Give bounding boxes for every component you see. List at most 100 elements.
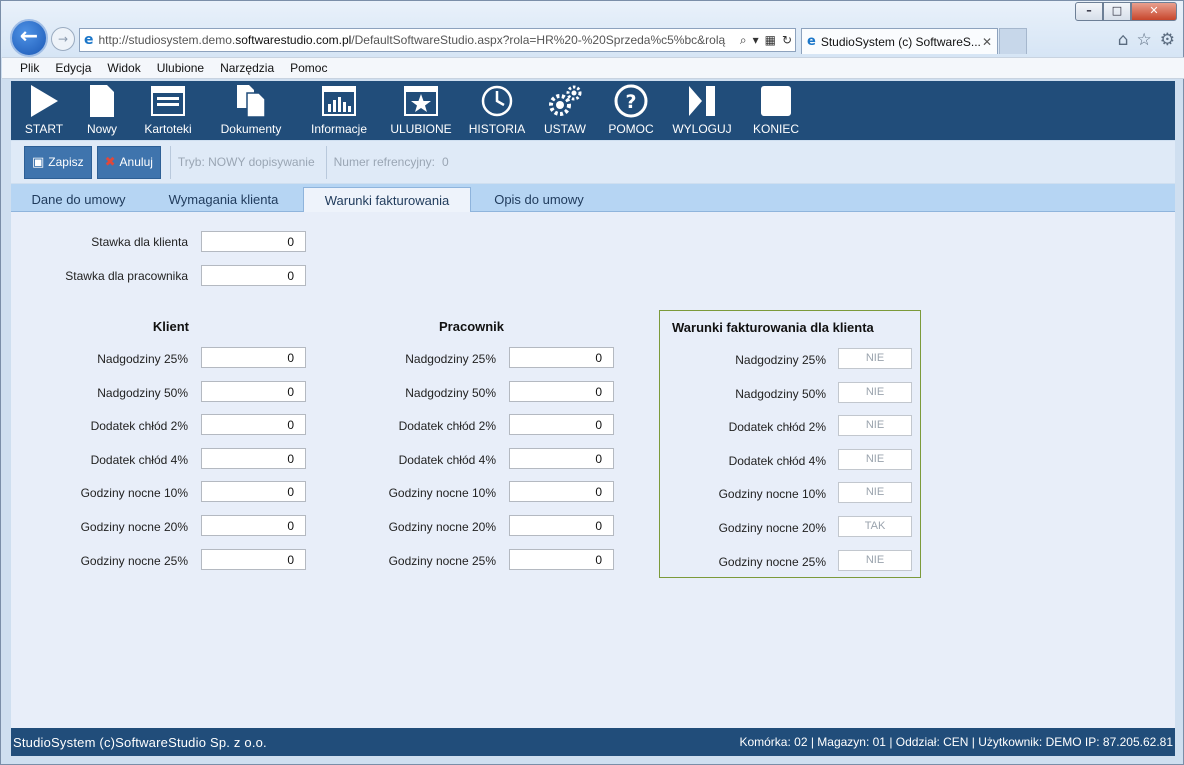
klient-row-label: Godziny nocne 25% [80,554,188,568]
footer-session-info: Komórka: 02 | Magazyn: 01 | Oddział: CEN… [739,735,1173,749]
stawka-pracownika-input[interactable]: 0 [201,265,306,286]
toolbar-label: USTAW [544,122,586,136]
address-bar[interactable]: e http://studiosystem.demo.softwarestudi… [79,28,796,52]
cancel-button[interactable]: ✖ Anuluj [96,145,161,179]
close-window-button[interactable]: ✕ [1131,2,1177,21]
stawka-klienta-label: Stawka dla klienta [91,235,188,249]
menu-widok[interactable]: Widok [107,61,140,75]
url-path: /DefaultSoftwareStudio.aspx?rola=HR%20-%… [351,33,726,47]
pracownik-row-input[interactable]: 0 [509,448,614,469]
menu-ulubione[interactable]: Ulubione [157,61,204,75]
refresh-icon[interactable]: ↻ [779,33,795,47]
browser-tools: ⌂ ☆ ⚙ [1118,30,1175,50]
pracownik-row-input[interactable]: 0 [509,414,614,435]
klient-row-input[interactable]: 0 [201,381,306,402]
klient-row-input[interactable]: 0 [201,448,306,469]
pracownik-row-input[interactable]: 0 [509,381,614,402]
warunki-row-value: NIE [838,449,912,470]
new-tab-button[interactable] [999,28,1027,54]
menu-pomoc[interactable]: Pomoc [290,61,327,75]
warunki-row-value: NIE [838,415,912,436]
menu-bar: Plik Edycja Widok Ulubione Narzędzia Pom… [2,57,1184,79]
browser-window: – □ ✕ ← → e http://studiosystem.demo.sof… [0,0,1184,765]
toolbar-nowy[interactable]: Nowy [74,81,130,140]
menu-plik[interactable]: Plik [20,61,39,75]
play-icon [29,82,59,120]
toolbar-start[interactable]: START [14,81,74,140]
history-icon [480,82,514,120]
home-icon[interactable]: ⌂ [1118,30,1129,50]
tab-wymagania-klienta[interactable]: Wymagania klienta [151,187,296,212]
window-icon [151,82,185,120]
toolbar-label: HISTORIA [468,122,526,136]
tab-dane-do-umowy[interactable]: Dane do umowy [17,187,140,212]
warunki-row-value: NIE [838,550,912,571]
menu-edycja[interactable]: Edycja [55,61,91,75]
action-bar: ▣ Zapisz ✖ Anuluj Tryb: NOWY dopisywanie N… [11,141,1175,183]
klient-row-input[interactable]: 0 [201,515,306,536]
mode-info: Tryb: NOWY dopisywanie [177,155,315,169]
maximize-button[interactable]: □ [1103,2,1131,21]
new-document-icon [89,82,115,120]
klient-row-label: Nadgodziny 50% [97,386,188,400]
toolbar-ustaw[interactable]: USTAW [534,81,596,140]
pracownik-row-label: Nadgodziny 25% [405,352,496,366]
minimize-button[interactable]: – [1075,2,1103,21]
warunki-row-value: NIE [838,348,912,369]
klient-row-input[interactable]: 0 [201,347,306,368]
warunki-row-label: Dodatek chłód 4% [728,454,826,468]
help-icon: ? [614,82,648,120]
toolbar-dokumenty[interactable]: Dokumenty [206,81,296,140]
search-icon[interactable]: ⌕ [737,33,750,48]
ie-tab-icon: e [807,34,816,49]
toolbar-wyloguj[interactable]: WYLOGUJ [666,81,738,140]
tab-warunki-fakturowania[interactable]: Warunki fakturowania [303,187,471,213]
dropdown-arrow-icon[interactable]: ▾ [750,33,762,47]
separator [325,145,327,179]
toolbar-kartoteki[interactable]: Kartoteki [130,81,206,140]
forward-button[interactable]: → [51,27,75,51]
compat-view-icon[interactable]: ▦ [762,33,779,47]
pracownik-row-input[interactable]: 0 [509,549,614,570]
toolbar-ulubione[interactable]: ULUBIONE [382,81,460,140]
save-button[interactable]: ▣ Zapisz [24,145,92,179]
toolbar-historia[interactable]: HISTORIA [460,81,534,140]
close-tab-icon[interactable]: ✕ [982,35,992,49]
pracownik-row-input[interactable]: 0 [509,481,614,502]
toolbar-label: START [24,122,64,136]
stawka-klienta-input[interactable]: 0 [201,231,306,252]
logout-icon [687,82,717,120]
toolbar-informacje[interactable]: Informacje [296,81,382,140]
pracownik-row-label: Godziny nocne 20% [388,520,496,534]
pracownik-row-label: Dodatek chłód 2% [398,419,496,433]
favorites-star-icon[interactable]: ☆ [1137,30,1152,50]
warunki-row-label: Godziny nocne 10% [718,487,826,501]
toolbar-koniec[interactable]: KONIEC [738,81,814,140]
back-button[interactable]: ← [10,19,48,57]
klient-row-label: Godziny nocne 20% [80,520,188,534]
klient-row-input[interactable]: 0 [201,414,306,435]
klient-row-label: Dodatek chłód 2% [90,419,188,433]
star-icon [404,82,438,120]
warunki-row-value: NIE [838,482,912,503]
cancel-x-icon: ✖ [104,154,116,170]
pracownik-row-input[interactable]: 0 [509,515,614,536]
toolbar-pomoc[interactable]: ? POMOC [596,81,666,140]
toolbar-label: WYLOGUJ [672,122,732,136]
browser-tab[interactable]: e StudioSystem (c) SoftwareS... ✕ [801,28,998,54]
documents-icon [236,82,266,120]
cancel-button-label: Anuluj [119,155,153,169]
menu-narzedzia[interactable]: Narzędzia [220,61,274,75]
pracownik-row-input[interactable]: 0 [509,347,614,368]
chart-icon [322,82,356,120]
browser-chrome: – □ ✕ ← → e http://studiosystem.demo.sof… [1,1,1183,57]
klient-row-input[interactable]: 0 [201,481,306,502]
separator [169,145,171,179]
tab-opis-do-umowy[interactable]: Opis do umowy [477,187,601,212]
pracownik-row-label: Godziny nocne 10% [388,486,496,500]
window-controls: – □ ✕ [1075,2,1177,21]
settings-gear-icon[interactable]: ⚙ [1160,30,1175,50]
floppy-disk-icon: ▣ [32,154,45,170]
klient-row-input[interactable]: 0 [201,549,306,570]
warunki-row-value: TAK [838,516,912,537]
